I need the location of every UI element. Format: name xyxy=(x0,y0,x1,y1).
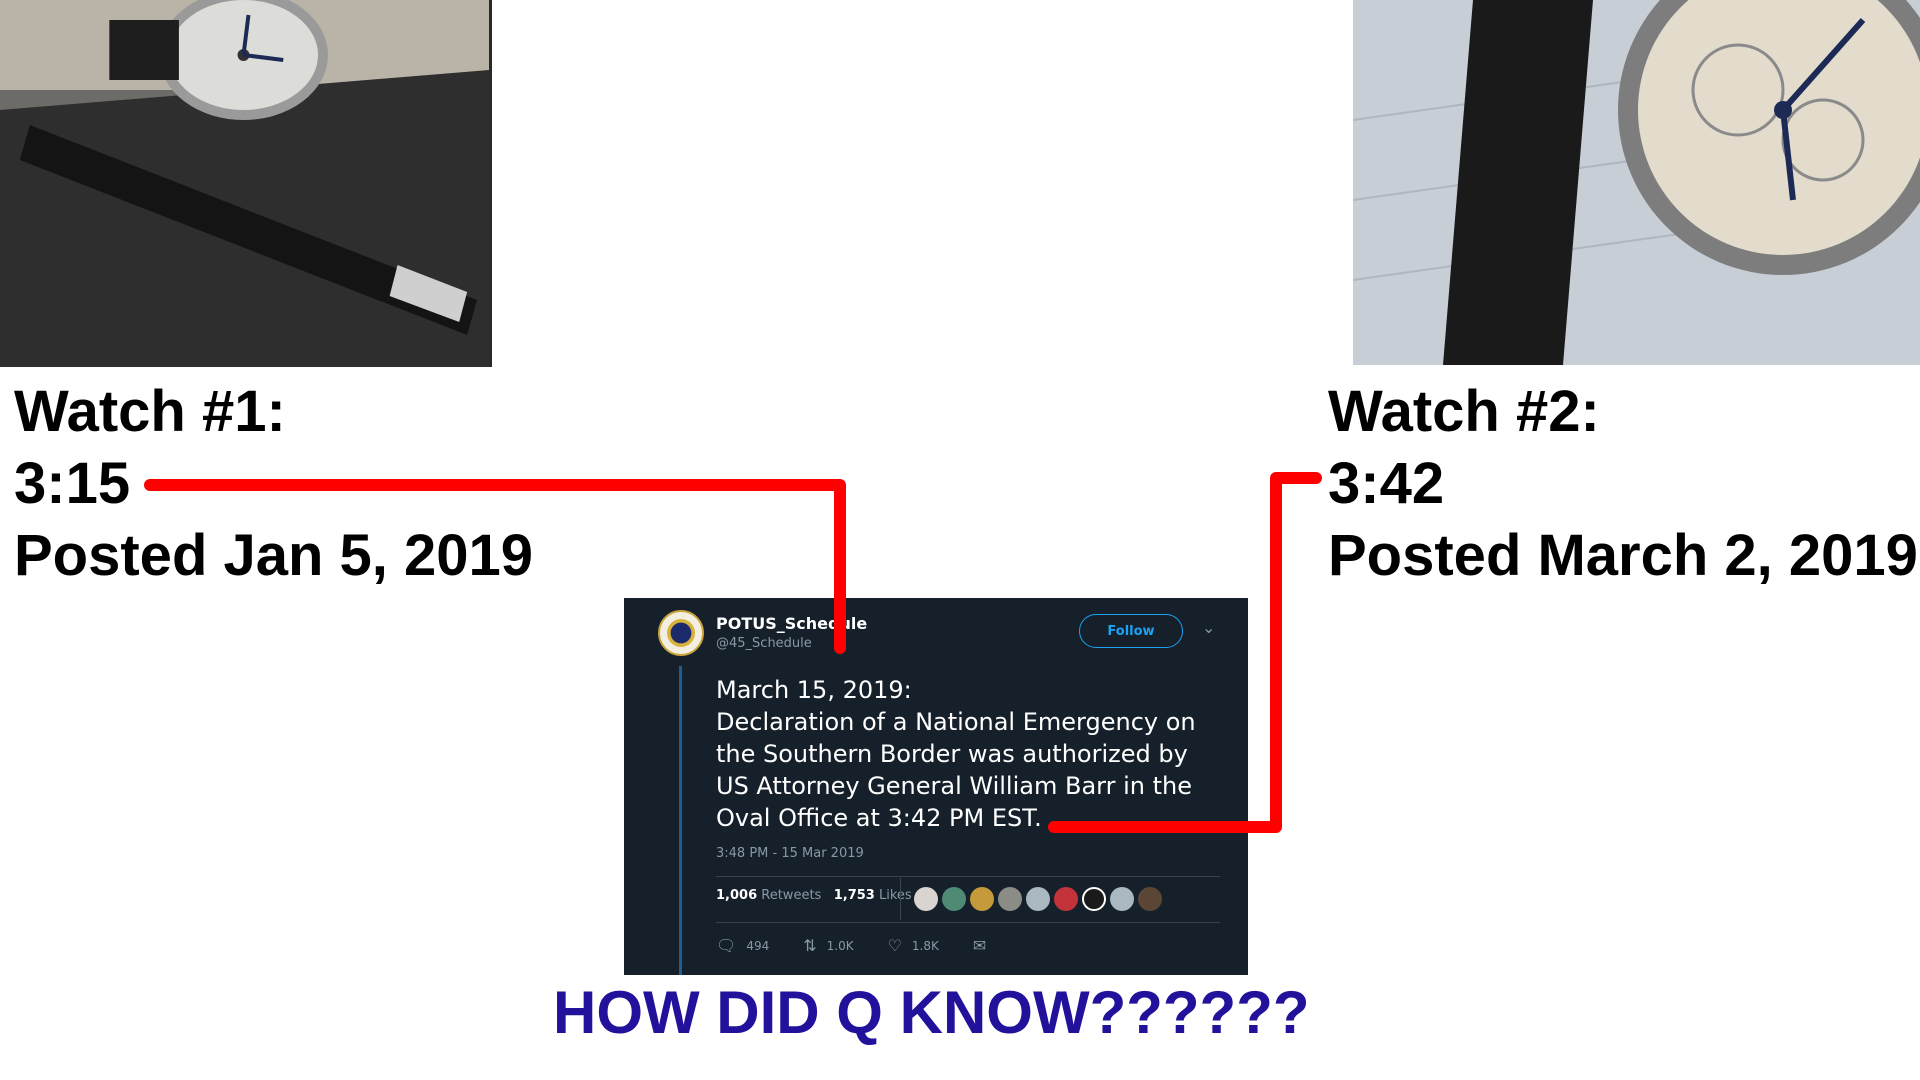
likes-label[interactable]: Likes xyxy=(879,888,912,903)
tweet-timestamp[interactable]: 3:48 PM - 15 Mar 2019 xyxy=(716,846,864,861)
avatar[interactable] xyxy=(1082,887,1106,911)
tweet-author-name[interactable]: POTUS_Schedule xyxy=(716,614,867,633)
message-button[interactable]: ✉ xyxy=(973,936,986,955)
watch-1-posted-date: Posted Jan 5, 2019 xyxy=(14,523,534,588)
avatar[interactable] xyxy=(970,887,994,911)
tweet-body-line: the Southern Border was authorized by xyxy=(716,740,1188,768)
tweet-author-handle[interactable]: @45_Schedule xyxy=(716,636,812,651)
reply-count: 494 xyxy=(746,938,770,953)
avatar[interactable] xyxy=(914,887,938,911)
watch-2-posted-date: Posted March 2, 2019 xyxy=(1328,523,1918,588)
retweet-button[interactable]: ⇅ 1.0K xyxy=(803,936,853,955)
watch-1-photo xyxy=(0,0,492,367)
avatar[interactable] xyxy=(1054,887,1078,911)
tweet-body-line: Declaration of a National Emergency on xyxy=(716,708,1196,736)
retweet-action-count: 1.0K xyxy=(826,938,854,953)
tweet-card: POTUS_Schedule @45_Schedule Follow ⌄ Mar… xyxy=(624,598,1248,975)
retweets-label[interactable]: Retweets xyxy=(761,888,821,903)
watch-2-caption: Watch #2: 3:42 Posted March 2, 2019 xyxy=(1328,376,1918,592)
watch-1-caption: Watch #1: 3:15 Posted Jan 5, 2019 xyxy=(14,376,533,592)
likes-count[interactable]: 1,753 xyxy=(834,888,875,903)
avatar[interactable] xyxy=(942,887,966,911)
headline: HOW DID Q KNOW?????? xyxy=(553,979,1310,1046)
retweet-icon: ⇅ xyxy=(803,936,817,955)
avatar[interactable] xyxy=(1138,887,1162,911)
divider xyxy=(716,876,1220,877)
liker-avatars xyxy=(914,887,1162,911)
tweet-body-line: US Attorney General William Barr in the xyxy=(716,772,1192,800)
avatar[interactable] xyxy=(658,610,704,656)
watch-2-time: 3:42 xyxy=(1328,451,1445,516)
divider xyxy=(900,878,901,920)
reply-button[interactable]: 🗨 494 xyxy=(716,936,769,955)
avatar[interactable] xyxy=(998,887,1022,911)
watch-1-title: Watch #1: xyxy=(14,379,286,444)
retweets-count[interactable]: 1,006 xyxy=(716,888,757,903)
tweet-stats: 1,006 Retweets 1,753 Likes xyxy=(716,888,912,903)
avatar[interactable] xyxy=(1110,887,1134,911)
follow-button[interactable]: Follow xyxy=(1079,614,1183,648)
reply-icon: 🗨 xyxy=(716,936,737,955)
avatar[interactable] xyxy=(1026,887,1050,911)
like-button[interactable]: ♡ 1.8K xyxy=(888,936,939,955)
divider xyxy=(716,922,1220,923)
like-action-count: 1.8K xyxy=(911,938,939,953)
chevron-down-icon[interactable]: ⌄ xyxy=(1202,618,1215,637)
heart-icon: ♡ xyxy=(887,936,902,955)
watch-1-time: 3:15 xyxy=(14,451,131,516)
watch-2-title: Watch #2: xyxy=(1328,379,1600,444)
tweet-body: March 15, 2019: Declaration of a Nationa… xyxy=(716,674,1236,834)
watch-2-photo xyxy=(1353,0,1920,365)
mail-icon: ✉ xyxy=(972,936,987,955)
thread-line xyxy=(679,666,682,975)
tweet-body-line: March 15, 2019: xyxy=(716,676,912,704)
tweet-actions: 🗨 494 ⇅ 1.0K ♡ 1.8K ✉ xyxy=(716,936,1020,955)
tweet-body-line: Oval Office at 3:42 PM EST. xyxy=(716,804,1042,832)
